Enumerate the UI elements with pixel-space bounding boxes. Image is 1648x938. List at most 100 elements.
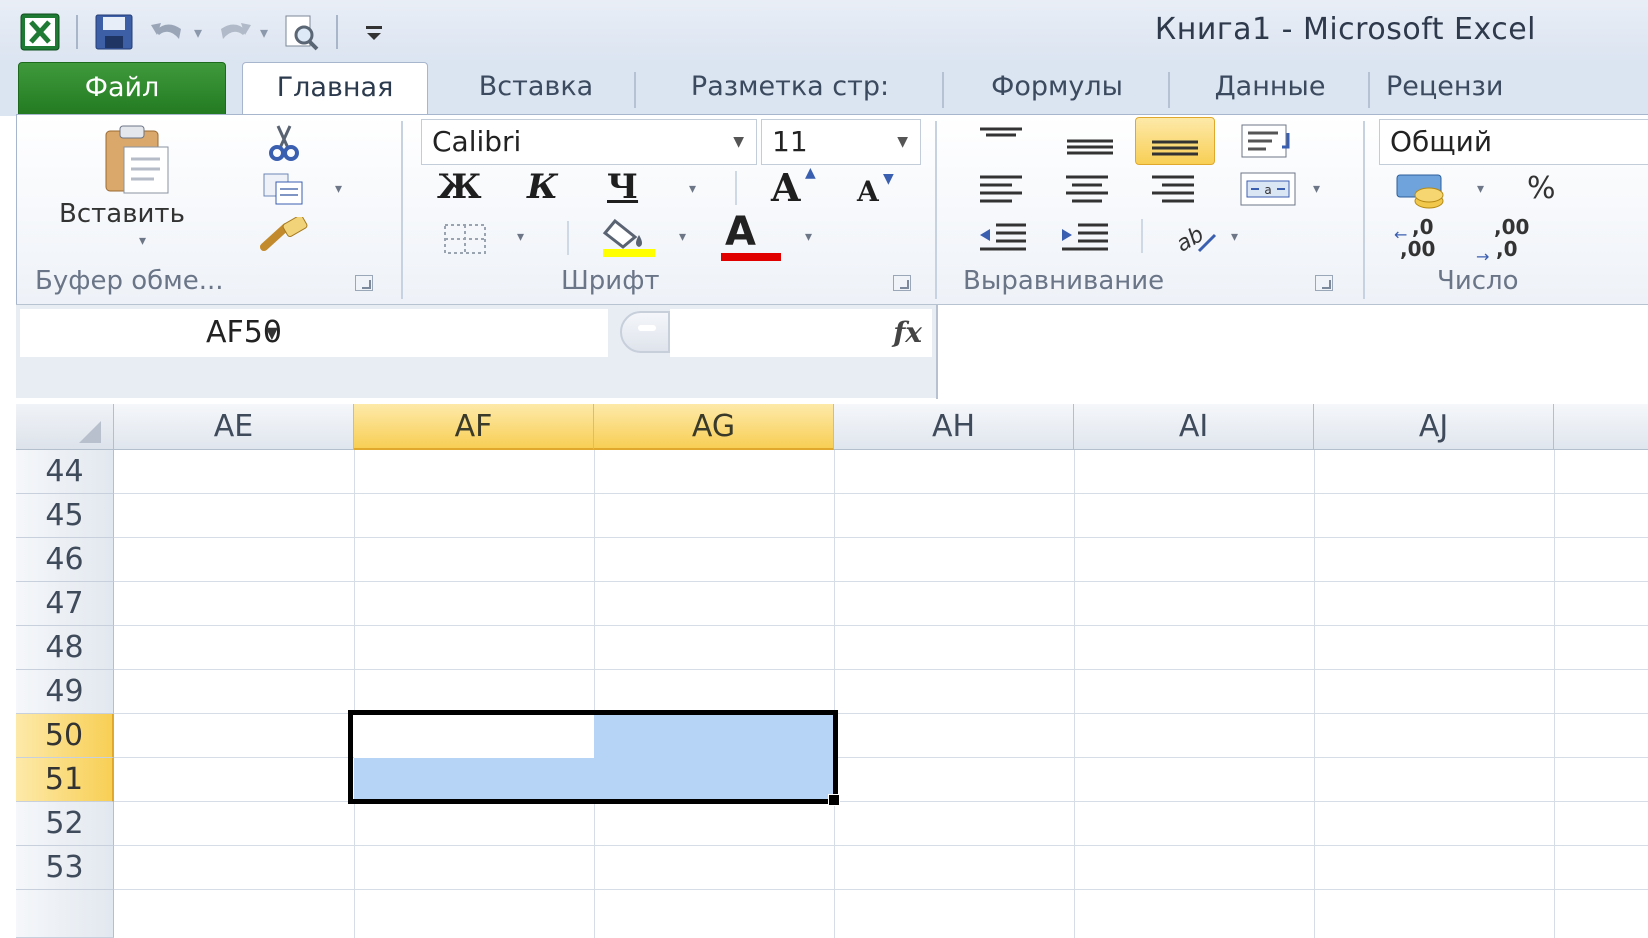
formula-bar: AF50 ▼ fx [16, 304, 1648, 399]
align-middle-icon[interactable] [1055, 125, 1125, 165]
group-separator [935, 121, 937, 299]
align-top-icon[interactable] [971, 121, 1031, 155]
borders-icon[interactable] [437, 219, 493, 259]
tab-formulas[interactable]: Формулы [948, 62, 1166, 116]
font-size-combo[interactable]: 11 ▼ [761, 119, 921, 165]
copy-icon[interactable] [257, 169, 311, 209]
clipboard-group-label: Буфер обме... [35, 266, 224, 296]
accounting-format-icon[interactable] [1391, 169, 1461, 213]
column-header-af[interactable]: AF [354, 404, 594, 450]
gridline [1554, 450, 1555, 938]
underline-button[interactable]: Ч [607, 167, 638, 207]
increase-indent-icon[interactable] [1053, 217, 1117, 257]
accounting-dropdown-icon[interactable]: ▾ [1477, 181, 1484, 197]
align-center-icon[interactable] [1057, 169, 1117, 209]
tab-review[interactable]: Рецензи [1372, 62, 1572, 116]
increase-decimal-icon[interactable]: ← ,0 ,00 [1391, 215, 1461, 261]
format-painter-icon[interactable] [257, 215, 313, 255]
row-header-46[interactable]: 46 [16, 538, 114, 582]
row-header-49[interactable]: 49 [16, 670, 114, 714]
toolbar-separator [1141, 219, 1143, 253]
font-name-dropdown-icon[interactable]: ▼ [733, 120, 744, 164]
font-color-button[interactable]: A [725, 209, 756, 255]
tab-data[interactable]: Данные [1174, 62, 1366, 116]
print-preview-icon[interactable] [278, 12, 322, 52]
shrink-font-button[interactable]: A [857, 175, 879, 208]
fill-color-dropdown-icon[interactable]: ▾ [679, 229, 686, 245]
customize-toolbar-icon[interactable] [352, 12, 396, 52]
align-right-icon[interactable] [1143, 169, 1203, 209]
number-format-combo[interactable]: Общий [1379, 119, 1648, 165]
tab-insert[interactable]: Вставка [440, 62, 632, 116]
row-header-52[interactable]: 52 [16, 802, 114, 846]
row-header-47[interactable]: 47 [16, 582, 114, 626]
column-header-ag[interactable]: AG [594, 404, 834, 450]
row-header-45[interactable]: 45 [16, 494, 114, 538]
decrease-indent-icon[interactable] [971, 217, 1035, 257]
name-box[interactable]: AF50 ▼ [20, 309, 608, 357]
column-header-ae[interactable]: AE [114, 404, 354, 450]
paste-dropdown-icon[interactable]: ▾ [139, 233, 146, 249]
borders-dropdown-icon[interactable]: ▾ [517, 229, 524, 245]
decrease-decimal-icon[interactable]: ,00 → ,0 [1473, 215, 1543, 266]
bold-button[interactable]: Ж [437, 167, 482, 207]
formula-input[interactable] [936, 305, 1648, 399]
select-all-button[interactable] [16, 404, 114, 450]
italic-button[interactable]: К [527, 167, 558, 207]
row-header-48[interactable]: 48 [16, 626, 114, 670]
merge-dropdown-icon[interactable]: ▾ [1313, 181, 1320, 197]
tab-file[interactable]: Файл [18, 62, 226, 116]
font-size-dropdown-icon[interactable]: ▼ [897, 120, 908, 164]
row-header-53[interactable]: 53 [16, 846, 114, 890]
formula-bar-resize-handle[interactable] [620, 311, 670, 353]
font-name-combo[interactable]: Calibri ▼ [421, 119, 757, 165]
insert-function-button[interactable]: fx [893, 309, 922, 357]
gridline [114, 581, 1648, 582]
grow-font-button[interactable]: A [771, 165, 800, 210]
font-color-swatch [721, 253, 781, 261]
row-header-partial[interactable] [16, 890, 114, 938]
orientation-dropdown-icon[interactable]: ▾ [1231, 229, 1238, 245]
fill-handle[interactable] [828, 794, 840, 806]
redo-dropdown-icon[interactable]: ▾ [260, 23, 268, 42]
undo-icon[interactable] [146, 12, 190, 52]
undo-dropdown-icon[interactable]: ▾ [194, 23, 202, 42]
quick-access-toolbar: ▾ ▾ [18, 8, 396, 56]
font-color-dropdown-icon[interactable]: ▾ [805, 229, 812, 245]
svg-text:ab: ab [1172, 222, 1208, 257]
wrap-text-icon[interactable] [1233, 119, 1303, 163]
align-left-icon[interactable] [971, 169, 1031, 209]
paste-button-label[interactable]: Вставить [59, 199, 185, 229]
tab-home[interactable]: Главная [242, 62, 428, 118]
column-header-aj[interactable]: AJ [1314, 404, 1554, 450]
row-header-51[interactable]: 51 [16, 758, 114, 802]
tab-separator [1168, 72, 1170, 108]
fill-color-icon[interactable] [597, 215, 661, 259]
cut-icon[interactable] [261, 123, 307, 163]
save-icon[interactable] [92, 12, 136, 52]
merge-center-icon[interactable]: a [1233, 167, 1303, 211]
row-header-50[interactable]: 50 [16, 714, 114, 758]
name-box-dropdown-icon[interactable]: ▼ [266, 309, 278, 357]
align-bottom-icon[interactable] [1135, 117, 1215, 165]
percent-style-button[interactable]: % [1527, 171, 1556, 206]
toolbar-separator [76, 15, 78, 49]
column-header-ai[interactable]: AI [1074, 404, 1314, 450]
group-separator [1363, 121, 1365, 299]
tab-page-layout[interactable]: Разметка стр: [642, 62, 938, 116]
clipboard-launcher-icon[interactable] [355, 275, 373, 291]
column-header-partial[interactable] [1554, 404, 1648, 450]
paste-icon[interactable] [97, 121, 177, 199]
column-header-ah[interactable]: AH [834, 404, 1074, 450]
orientation-icon[interactable]: ab [1165, 215, 1225, 259]
alignment-launcher-icon[interactable] [1315, 275, 1333, 291]
worksheet-grid: AE AF AG AH AI AJ 44 45 46 47 48 49 50 5… [16, 404, 1648, 938]
font-launcher-icon[interactable] [893, 275, 911, 291]
gridline [114, 669, 1648, 670]
redo-icon[interactable] [212, 12, 256, 52]
window-title: Книга1 - Microsoft Excel [1154, 12, 1536, 47]
underline-dropdown-icon[interactable]: ▾ [689, 181, 696, 197]
copy-dropdown-icon[interactable]: ▾ [335, 181, 342, 197]
gridline [114, 845, 1648, 846]
row-header-44[interactable]: 44 [16, 450, 114, 494]
